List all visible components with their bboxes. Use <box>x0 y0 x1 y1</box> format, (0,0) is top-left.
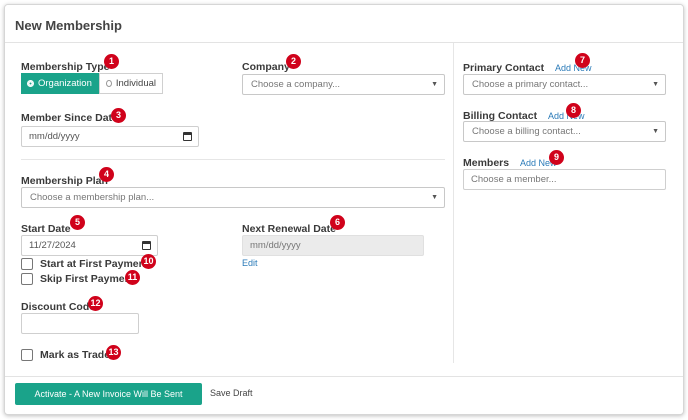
discount-code-input[interactable] <box>21 313 139 334</box>
primary-contact-label: Primary Contact Add New <box>463 62 592 74</box>
membership-type-label: Membership Type <box>21 61 110 73</box>
badge-2: 2 <box>286 54 301 69</box>
discount-code-label: Discount Code <box>21 301 96 313</box>
company-select[interactable]: Choose a company... ▼ <box>242 74 445 95</box>
badge-4: 4 <box>99 167 114 182</box>
next-renewal-label: Next Renewal Date <box>242 223 336 235</box>
radio-selected-icon <box>27 80 34 87</box>
chevron-down-icon: ▼ <box>431 194 438 201</box>
members-label: Members Add New <box>463 157 557 169</box>
start-first-payment-label: Start at First Payment <box>40 258 149 270</box>
chevron-down-icon: ▼ <box>652 128 659 135</box>
calendar-icon[interactable] <box>183 132 192 141</box>
badge-5: 5 <box>70 215 85 230</box>
dialog-header: New Membership <box>5 5 683 43</box>
start-first-payment-checkbox[interactable] <box>21 258 33 270</box>
start-date-input[interactable]: 11/27/2024 <box>21 235 158 256</box>
new-membership-dialog: New Membership Membership Type 1 Organiz… <box>4 4 684 415</box>
mark-as-trade-label: Mark as Trade <box>40 349 111 361</box>
member-since-label: Member Since Date <box>21 112 118 124</box>
company-label: Company <box>242 61 290 73</box>
badge-12: 12 <box>88 296 103 311</box>
edit-renewal-link[interactable]: Edit <box>242 258 258 268</box>
badge-3: 3 <box>111 108 126 123</box>
individual-option[interactable]: Individual <box>99 73 163 94</box>
badge-11: 11 <box>125 270 140 285</box>
next-renewal-date-input: mm/dd/yyyy <box>242 235 424 256</box>
chevron-down-icon: ▼ <box>652 81 659 88</box>
badge-1: 1 <box>104 54 119 69</box>
badge-6: 6 <box>330 215 345 230</box>
section-divider <box>21 159 445 160</box>
badge-8: 8 <box>566 103 581 118</box>
skip-first-payment-label: Skip First Payment <box>40 273 135 285</box>
dialog-footer: Activate - A New Invoice Will Be Sent Sa… <box>5 376 683 414</box>
activate-button[interactable]: Activate - A New Invoice Will Be Sent <box>15 383 202 405</box>
membership-plan-select[interactable]: Choose a membership plan... ▼ <box>21 187 445 208</box>
chevron-down-icon: ▼ <box>431 81 438 88</box>
badge-10: 10 <box>141 254 156 269</box>
organization-option[interactable]: Organization <box>21 73 99 94</box>
column-divider <box>453 43 454 363</box>
badge-13: 13 <box>106 345 121 360</box>
start-date-label: Start Date <box>21 223 71 235</box>
radio-unselected-icon <box>106 80 112 87</box>
dialog-title: New Membership <box>15 18 122 33</box>
badge-9: 9 <box>549 150 564 165</box>
badge-7: 7 <box>575 53 590 68</box>
primary-contact-select[interactable]: Choose a primary contact... ▼ <box>463 74 666 95</box>
billing-contact-select[interactable]: Choose a billing contact... ▼ <box>463 121 666 142</box>
skip-first-payment-checkbox[interactable] <box>21 273 33 285</box>
calendar-icon[interactable] <box>142 241 151 250</box>
members-input[interactable]: Choose a member... <box>463 169 666 190</box>
save-draft-button[interactable]: Save Draft <box>210 388 253 398</box>
membership-plan-label: Membership Plan <box>21 175 108 187</box>
membership-type-toggle: Organization Individual <box>21 73 163 94</box>
mark-as-trade-checkbox[interactable] <box>21 349 33 361</box>
member-since-date-input[interactable]: mm/dd/yyyy <box>21 126 199 147</box>
